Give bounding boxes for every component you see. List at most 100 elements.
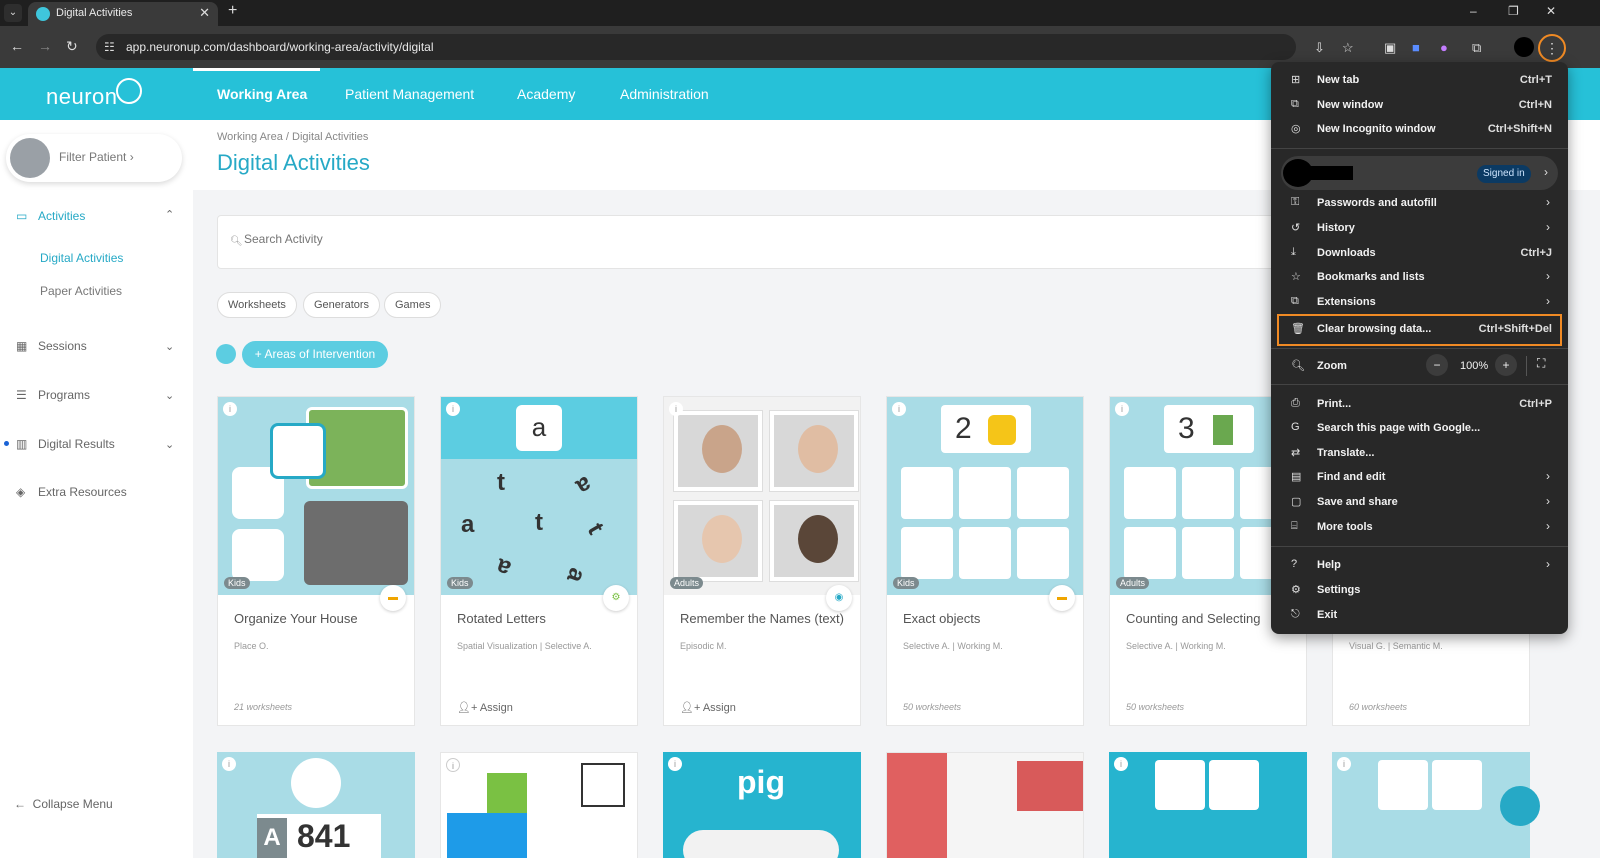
chevron-down-icon[interactable]: ⌄: [165, 389, 174, 402]
extension-off-icon[interactable]: ▣: [1384, 40, 1396, 56]
letter-t-rotated: t: [581, 518, 610, 539]
reload-icon[interactable]: ↻: [66, 38, 78, 55]
browser-tab[interactable]: Digital Activities ✕: [28, 2, 218, 26]
activity-card-exact-objects[interactable]: 2 i Kids ▬ Exact objects Selective A. | …: [886, 396, 1084, 726]
shape-blue: [447, 813, 527, 858]
filter-chip-games[interactable]: Games: [384, 292, 442, 318]
menu-item-new-window[interactable]: ⧉ New window Ctrl+N: [1271, 94, 1568, 118]
activity-card-partial[interactable]: i: [440, 752, 638, 858]
search-box[interactable]: 🔍︎: [217, 215, 1317, 269]
back-icon[interactable]: ←: [10, 38, 24, 54]
info-icon[interactable]: i: [892, 402, 906, 416]
skirt-tile: [1432, 760, 1482, 810]
activity-card-partial[interactable]: i: [1109, 752, 1307, 858]
sidebar-sub-digital-activities[interactable]: Digital Activities: [40, 251, 123, 265]
info-icon[interactable]: i: [223, 402, 237, 416]
chrome-menu-icon[interactable]: ⋮: [1538, 34, 1566, 62]
info-icon[interactable]: i: [669, 402, 683, 416]
filter-chip-generators[interactable]: Generators: [303, 292, 381, 318]
bookmark-star-icon[interactable]: ☆: [1342, 40, 1354, 56]
filter-chip-worksheets[interactable]: Worksheets: [217, 292, 297, 318]
menu-item-history[interactable]: ↺ History ›: [1271, 217, 1568, 241]
menu-item-clear-browsing-data[interactable]: 🗑︎ Clear browsing data... Ctrl+Shift+Del: [1271, 318, 1568, 342]
menu-item-exit[interactable]: ⎋ Exit: [1271, 604, 1568, 628]
info-icon[interactable]: i: [668, 757, 682, 771]
forward-icon[interactable]: →: [38, 38, 52, 54]
menu-item-passwords[interactable]: ⚿ Passwords and autofill ›: [1271, 192, 1568, 216]
menu-item-settings[interactable]: ⚙ Settings: [1271, 579, 1568, 603]
menu-item-search-google[interactable]: G Search this page with Google...: [1271, 417, 1568, 441]
tab-search-icon[interactable]: ⌄: [4, 4, 22, 22]
zoom-in-button[interactable]: +: [1495, 354, 1517, 376]
sidebar-item-digital-results[interactable]: ▥ Digital Results: [16, 437, 115, 451]
collapse-menu-button[interactable]: ← Collapse Menu: [14, 797, 113, 811]
menu-profile-row[interactable]: Signed in ›: [1281, 156, 1558, 190]
activity-card-rotated-letters[interactable]: a t a a t t a a i Kids ⚙ Rotated Letters…: [440, 396, 638, 726]
menu-item-extensions[interactable]: ⧉ Extensions ›: [1271, 291, 1568, 315]
chevron-down-icon[interactable]: ⌄: [165, 438, 174, 451]
sidebar-item-activities[interactable]: ▭ Activities: [16, 209, 85, 223]
url-text[interactable]: app.neuronup.com/dashboard/working-area/…: [126, 40, 434, 54]
list-icon: ☰: [16, 388, 27, 402]
extension-color-icon[interactable]: ●: [1440, 40, 1448, 55]
menu-item-find-and-edit[interactable]: ▤ Find and edit ›: [1271, 466, 1568, 490]
chevron-up-icon[interactable]: ⌃: [165, 208, 174, 221]
share-icon: ▢: [1291, 496, 1302, 508]
info-icon[interactable]: i: [222, 757, 236, 771]
menu-item-save-and-share[interactable]: ▢ Save and share ›: [1271, 491, 1568, 515]
new-tab-icon: ⊞: [1291, 74, 1301, 86]
menu-item-bookmarks[interactable]: ☆ Bookmarks and lists ›: [1271, 266, 1568, 290]
info-icon[interactable]: i: [1114, 757, 1128, 771]
extensions-puzzle-icon[interactable]: ⧉: [1472, 40, 1481, 56]
info-icon[interactable]: i: [446, 758, 460, 772]
menu-item-downloads[interactable]: ⤓ Downloads Ctrl+J: [1271, 242, 1568, 266]
info-icon[interactable]: i: [1115, 402, 1129, 416]
activity-card-partial[interactable]: i: [886, 752, 1084, 858]
menu-item-help[interactable]: ? Help ›: [1271, 554, 1568, 578]
filter-patient-button[interactable]: Filter Patient ›: [6, 134, 182, 182]
profile-avatar[interactable]: [1514, 37, 1534, 57]
assign-button[interactable]: 👤︎+ Assign: [680, 701, 736, 714]
install-app-icon[interactable]: ⇩: [1314, 40, 1325, 56]
extension-shield-icon[interactable]: ■: [1412, 40, 1420, 55]
activity-card-organize-your-house[interactable]: i Kids ▬ Organize Your House Place O. 21…: [217, 396, 415, 726]
sidebar-item-sessions[interactable]: ▦ Sessions: [16, 339, 87, 353]
butterfly-tile: [1017, 467, 1069, 519]
menu-item-more-tools[interactable]: ⌸ More tools ›: [1271, 516, 1568, 540]
assign-button[interactable]: 👤︎+ Assign: [457, 701, 513, 714]
areas-of-intervention-button[interactable]: + Areas of Intervention: [242, 341, 388, 368]
zoom-out-button[interactable]: −: [1426, 354, 1448, 376]
info-icon[interactable]: i: [446, 402, 460, 416]
menu-item-new-tab[interactable]: ⊞ New tab Ctrl+T: [1271, 69, 1568, 93]
info-icon[interactable]: i: [1337, 757, 1351, 771]
menu-item-translate[interactable]: ⇄ Translate...: [1271, 442, 1568, 466]
site-info-icon[interactable]: ☷: [104, 40, 115, 54]
fullscreen-icon[interactable]: ⛶: [1537, 356, 1545, 371]
activity-card-partial[interactable]: i pig: [663, 752, 861, 858]
sidebar-item-programs[interactable]: ☰ Programs: [16, 388, 90, 402]
chevron-down-icon[interactable]: ⌄: [165, 340, 174, 353]
close-window-button[interactable]: ✕: [1546, 4, 1556, 18]
restore-button[interactable]: ❐: [1508, 4, 1519, 18]
menu-item-new-incognito[interactable]: ◎ New Incognito window Ctrl+Shift+N: [1271, 118, 1568, 142]
nav-patient-management[interactable]: Patient Management: [345, 86, 474, 102]
nav-working-area[interactable]: Working Area: [217, 86, 307, 102]
sidebar-sub-paper-activities[interactable]: Paper Activities: [40, 284, 122, 298]
new-tab-button[interactable]: +: [228, 2, 237, 20]
breadcrumb[interactable]: Working Area / Digital Activities: [217, 131, 368, 143]
minimize-button[interactable]: –: [1470, 4, 1477, 18]
tab-close-icon[interactable]: ✕: [199, 5, 210, 21]
menu-item-print[interactable]: ⎙ Print... Ctrl+P: [1271, 393, 1568, 417]
nav-academy[interactable]: Academy: [517, 86, 575, 102]
nav-administration[interactable]: Administration: [620, 86, 709, 102]
address-bar[interactable]: ☷ app.neuronup.com/dashboard/working-are…: [96, 34, 1296, 60]
activity-card-partial[interactable]: i A 841: [217, 752, 415, 858]
zoom-icon: 🔍︎: [1291, 360, 1305, 372]
activity-card-remember-the-names[interactable]: i Adults ◉ Remember the Names (text) Epi…: [663, 396, 861, 726]
card-title: Remember the Names (text): [680, 611, 844, 626]
neuronup-logo[interactable]: neuron: [46, 84, 118, 110]
search-input[interactable]: [244, 232, 844, 246]
sidebar-item-extra-resources[interactable]: ◈ Extra Resources: [16, 485, 127, 499]
chat-support-button[interactable]: [1500, 786, 1540, 826]
profile-name-redacted: [1303, 166, 1353, 180]
